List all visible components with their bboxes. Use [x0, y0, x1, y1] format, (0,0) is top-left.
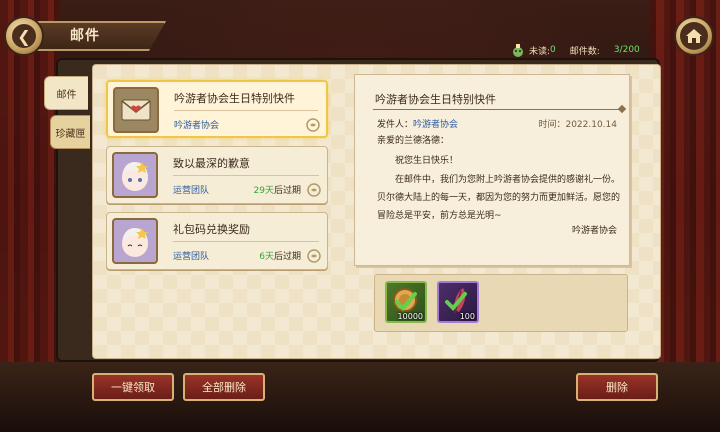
expiry-suffix: 后过期: [273, 252, 301, 262]
home-button[interactable]: [674, 16, 714, 56]
mail-detail-title: 吟游者协会生日特别快件: [375, 93, 496, 106]
tab-collection[interactable]: 珍藏匣: [50, 115, 90, 149]
mail-sender: 运营团队: [173, 186, 210, 196]
claim-all-button[interactable]: 一键领取: [92, 373, 174, 401]
sender-line: 发件人：吟游者协会: [377, 117, 458, 130]
attachment-qty: 100: [459, 312, 475, 321]
sender-label: 发件人：: [377, 120, 414, 130]
back-arrow-icon: ❮: [12, 24, 36, 48]
mail-stats: 未读: 0 邮件数: 3/200: [510, 42, 640, 58]
avatar-icon: [112, 152, 158, 198]
scroll-icon: [307, 249, 321, 263]
mail-count-label: 邮件数:: [569, 46, 600, 57]
home-icon: [680, 22, 708, 50]
mail-time: 时间：2022.10.14: [538, 120, 617, 130]
mail-title: 礼包码兑换奖励: [173, 223, 250, 236]
expiry-days: 6天: [259, 252, 274, 262]
scroll-icon: [306, 118, 320, 132]
attachment-area: 10000 100: [374, 274, 628, 332]
mail-greeting: 亲爱的兰德洛德：: [377, 136, 450, 146]
tab-mail-label: 邮件: [56, 89, 77, 101]
unread-label: 未读:: [529, 46, 551, 57]
expiry-suffix: 后过期: [273, 186, 301, 196]
envelope-icon: [113, 87, 159, 133]
mail-item[interactable]: 吟游者协会生日特别快件 吟游者协会: [106, 80, 328, 138]
expiry-days: 29天: [253, 186, 274, 196]
mail-divider: [173, 175, 319, 176]
attachment-item[interactable]: 10000: [385, 281, 427, 323]
mail-item[interactable]: 致以最深的歉意 运营团队 29天后过期: [106, 146, 328, 204]
mail-sender: 吟游者协会: [174, 121, 220, 131]
mail-title: 致以最深的歉意: [173, 157, 250, 170]
page-title: 邮件: [70, 28, 100, 44]
mail-expiry: 6天后过期: [259, 249, 301, 262]
mail-wish: 祝您生日快乐！: [395, 156, 459, 166]
unread-count: 0: [550, 45, 556, 55]
mail-signature: 吟游者协会: [571, 226, 617, 236]
tab-mail[interactable]: 邮件: [44, 76, 88, 110]
mail-divider: [173, 241, 319, 242]
mail-creature-icon: [513, 44, 523, 57]
tab-collection-label: 珍藏匣: [55, 128, 86, 140]
delete-all-button[interactable]: 全部删除: [183, 373, 265, 401]
mail-item[interactable]: 礼包码兑换奖励 运营团队 6天后过期: [106, 212, 328, 270]
attachment-qty: 10000: [397, 312, 423, 321]
mail-title: 吟游者协会生日特别快件: [174, 92, 295, 105]
back-button[interactable]: ❮: [4, 16, 44, 56]
title-bar: 邮件: [24, 21, 166, 51]
scroll-icon: [307, 183, 321, 197]
mail-divider: [174, 110, 318, 111]
mail-body: 在邮件中，我们为您附上吟游者协会提供的感谢礼一份。贝尔德大陆上的每一天，都因为您…: [377, 175, 621, 221]
mail-content: 吟游者协会生日特别快件 发件人：吟游者协会 时间：2022.10.14 亲爱的兰…: [354, 74, 630, 266]
title-divider: [373, 109, 623, 110]
mail-sender: 运营团队: [173, 252, 210, 262]
avatar-icon: [112, 218, 158, 264]
mail-count: 3/200: [613, 45, 640, 55]
attachment-item[interactable]: 100: [437, 281, 479, 323]
delete-button[interactable]: 删除: [576, 373, 658, 401]
mail-expiry: 29天后过期: [254, 183, 301, 196]
sender-name: 吟游者协会: [413, 120, 459, 130]
